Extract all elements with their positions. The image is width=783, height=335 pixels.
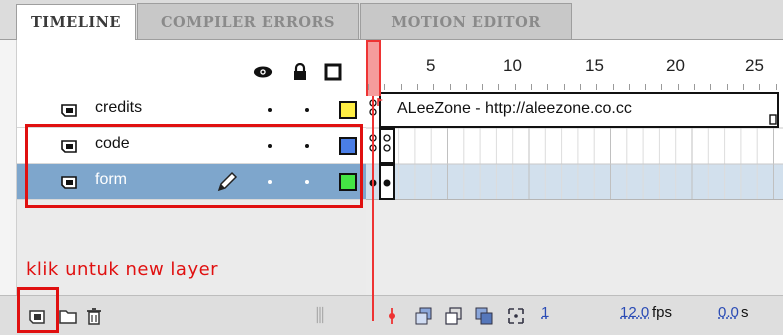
lock-dot[interactable] [305,108,309,112]
ruler-tick [531,84,532,90]
tab-timeline[interactable]: TIMELINE [16,4,136,40]
timeline-panel: TIMELINE COMPILER ERRORS MOTION EDITOR 5… [0,0,783,335]
ruler-tick [368,84,369,90]
onion-skin-outlines-icon[interactable] [444,306,464,326]
highlight-box-new-layer [17,287,59,333]
outline-icon[interactable] [323,62,343,82]
ruler-tick [628,84,630,90]
ruler-tick [726,84,728,90]
ruler-tick [482,84,484,90]
ruler-tick [547,84,549,90]
modify-onion-markers-icon[interactable] [506,306,526,326]
left-strip [0,40,17,295]
ruler-tick [596,84,598,90]
resize-handle-icon[interactable] [310,305,330,325]
center-frame-icon[interactable] [382,306,402,326]
fps-value[interactable]: 12.0 [620,304,649,321]
ruler-tick [514,84,516,90]
onion-skin-icon[interactable] [414,306,434,326]
ruler-tick [694,84,695,90]
ruler-tick [416,84,418,90]
ruler-tick [677,84,679,90]
trash-icon[interactable] [84,306,104,326]
ruler-tick [612,84,614,90]
frame-number: 10 [503,56,522,75]
ruler-tick [742,84,744,90]
ruler-tick [465,84,467,90]
elapsed-time-unit: s [741,304,749,321]
ruler-tick [563,84,565,90]
ruler-tick [433,84,435,90]
tab-motion-editor[interactable]: MOTION EDITOR [360,3,572,40]
ruler-tick [579,84,581,90]
new-folder-icon[interactable] [58,306,78,326]
ruler-tick [645,84,647,90]
visibility-dot[interactable] [268,108,272,112]
eye-icon[interactable] [253,62,273,82]
frame-number: 20 [666,56,685,75]
layer-name[interactable]: credits [95,99,142,117]
ruler-tick [661,84,663,90]
frame-number: 5 [426,56,436,75]
lock-icon[interactable] [290,62,310,82]
ruler-tick [384,84,386,90]
ruler-tick [710,84,712,90]
current-frame-value[interactable]: 1 [541,304,549,321]
ruler-tick [498,84,500,90]
highlight-box-layers [25,124,363,208]
tween-label: ALeeZone - http://aleezone.co.cc [397,100,632,117]
edit-multiple-frames-icon[interactable] [474,306,494,326]
frame-number: 25 [745,56,764,75]
ruler-tick [400,84,402,90]
ruler-tick [775,84,777,90]
frame-number: 15 [585,56,604,75]
layer-icon [61,104,77,117]
ruler-tick [759,84,761,90]
fps-unit: fps [652,304,673,321]
playhead-line [372,96,374,321]
outline-color-swatch[interactable] [339,101,357,119]
empty-frame-area [366,200,783,295]
annotation-text: klik untuk new layer [26,259,219,280]
ruler-tick [449,84,451,90]
tab-compiler-errors[interactable]: COMPILER ERRORS [137,3,359,40]
elapsed-time-value[interactable]: 0.0 [718,304,739,321]
